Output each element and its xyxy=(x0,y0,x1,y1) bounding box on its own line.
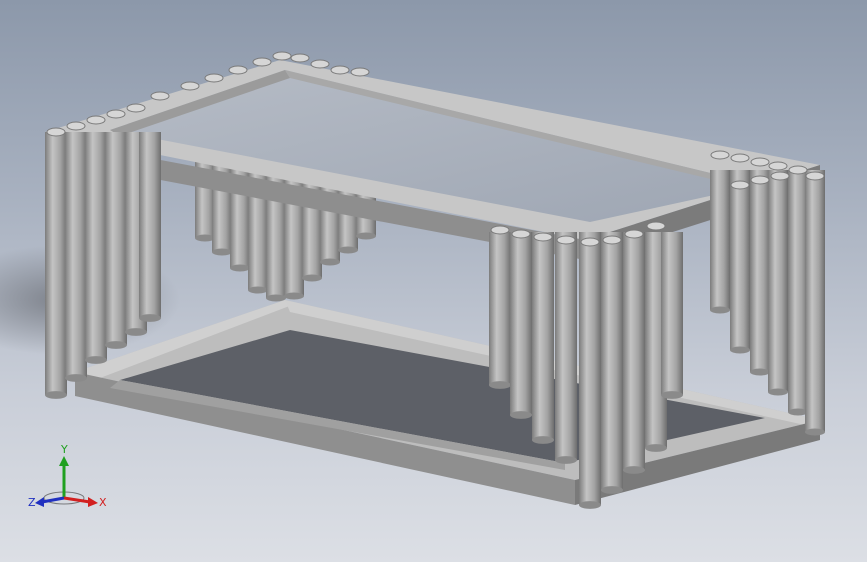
z-axis xyxy=(41,496,65,504)
leg-tube xyxy=(489,232,511,385)
tube-end xyxy=(770,171,790,181)
leg-tube-end xyxy=(338,246,358,254)
tube-end xyxy=(350,67,370,77)
tube-end xyxy=(66,121,86,131)
leg-tube-end xyxy=(579,501,601,509)
leg-tube xyxy=(45,132,67,395)
leg-tube xyxy=(601,232,623,490)
tube-end xyxy=(750,157,770,167)
leg-tube-end xyxy=(356,232,376,240)
leg-tube xyxy=(555,232,577,460)
tube-end xyxy=(730,153,750,163)
leg-tube xyxy=(532,232,554,440)
leg-tube-end xyxy=(105,341,127,349)
leg-tube-end xyxy=(532,436,554,444)
tube-end xyxy=(46,127,66,137)
tube-end xyxy=(86,115,106,125)
z-axis-arrow-icon xyxy=(35,497,44,507)
tube-end xyxy=(533,232,553,242)
leg-tube-end xyxy=(805,428,825,436)
leg-tube-end xyxy=(266,294,286,302)
leg-tube xyxy=(510,232,532,415)
leg-tube-end xyxy=(661,391,683,399)
leg-tube-end xyxy=(302,274,322,282)
tube-end xyxy=(788,165,808,175)
right-leg-cluster xyxy=(710,170,825,436)
tube-end xyxy=(624,229,644,239)
tube-end xyxy=(750,175,770,185)
tube-end xyxy=(106,109,126,119)
x-axis xyxy=(63,496,91,504)
leg-tube xyxy=(661,232,683,395)
tube-end xyxy=(602,235,622,245)
tube-end xyxy=(126,103,146,113)
leg-tube xyxy=(730,170,750,350)
tube-end xyxy=(556,235,576,245)
leg-tube-end xyxy=(248,286,268,294)
tube-end xyxy=(730,180,750,190)
leg-tube xyxy=(65,132,87,378)
leg-tube xyxy=(750,170,770,372)
tube-end xyxy=(768,161,788,171)
tube-end xyxy=(646,221,666,231)
leg-tube-end xyxy=(710,306,730,314)
z-axis-label: Z xyxy=(28,496,36,509)
tube-end xyxy=(310,59,330,69)
leg-tube-end xyxy=(510,411,532,419)
leg-tube xyxy=(85,132,107,360)
model-render[interactable] xyxy=(0,0,867,562)
leg-tube-end xyxy=(601,486,623,494)
y-axis-label: Y xyxy=(60,443,68,456)
tube-end xyxy=(511,229,531,239)
leg-tube-end xyxy=(623,466,645,474)
leg-tube-end xyxy=(555,456,577,464)
graphics-viewport[interactable]: Y X Z xyxy=(0,0,867,562)
leg-tube-end xyxy=(645,444,667,452)
leg-tube-end xyxy=(230,264,250,272)
leg-tube-end xyxy=(750,368,770,376)
leg-tube-end xyxy=(730,346,750,354)
leg-tube xyxy=(105,132,127,345)
tube-end xyxy=(805,171,825,181)
x-axis-arrow-icon xyxy=(88,497,98,507)
tube-end xyxy=(272,51,292,61)
top-frame xyxy=(45,60,820,260)
x-axis-label: X xyxy=(99,496,107,509)
tube-end xyxy=(290,53,310,63)
leg-tube xyxy=(768,170,788,392)
leg-tube xyxy=(623,232,645,470)
tube-end xyxy=(580,237,600,247)
tube-end xyxy=(252,57,272,67)
leg-tube-end xyxy=(85,356,107,364)
leg-tube xyxy=(139,132,161,318)
leg-tube-end xyxy=(212,248,232,256)
leg-tube-end xyxy=(284,292,304,300)
leg-tube-end xyxy=(489,381,511,389)
tube-end xyxy=(150,91,170,101)
axis-triad[interactable]: Y X Z xyxy=(28,440,108,520)
leg-tube xyxy=(710,170,730,310)
tube-end xyxy=(180,81,200,91)
leg-tube xyxy=(805,170,825,432)
tube-end xyxy=(204,73,224,83)
leg-tube-end xyxy=(139,314,161,322)
leg-tube-end xyxy=(768,388,788,396)
leg-tube-end xyxy=(320,258,340,266)
leg-tube xyxy=(579,232,601,505)
leg-tube-end xyxy=(45,391,67,399)
bottom-frame xyxy=(75,300,820,505)
tube-end xyxy=(490,225,510,235)
leg-tube-end xyxy=(125,328,147,336)
y-axis-arrow-icon xyxy=(59,456,69,466)
tube-end xyxy=(710,150,730,160)
tube-end xyxy=(228,65,248,75)
tube-end xyxy=(330,65,350,75)
leg-tube-end xyxy=(65,374,87,382)
